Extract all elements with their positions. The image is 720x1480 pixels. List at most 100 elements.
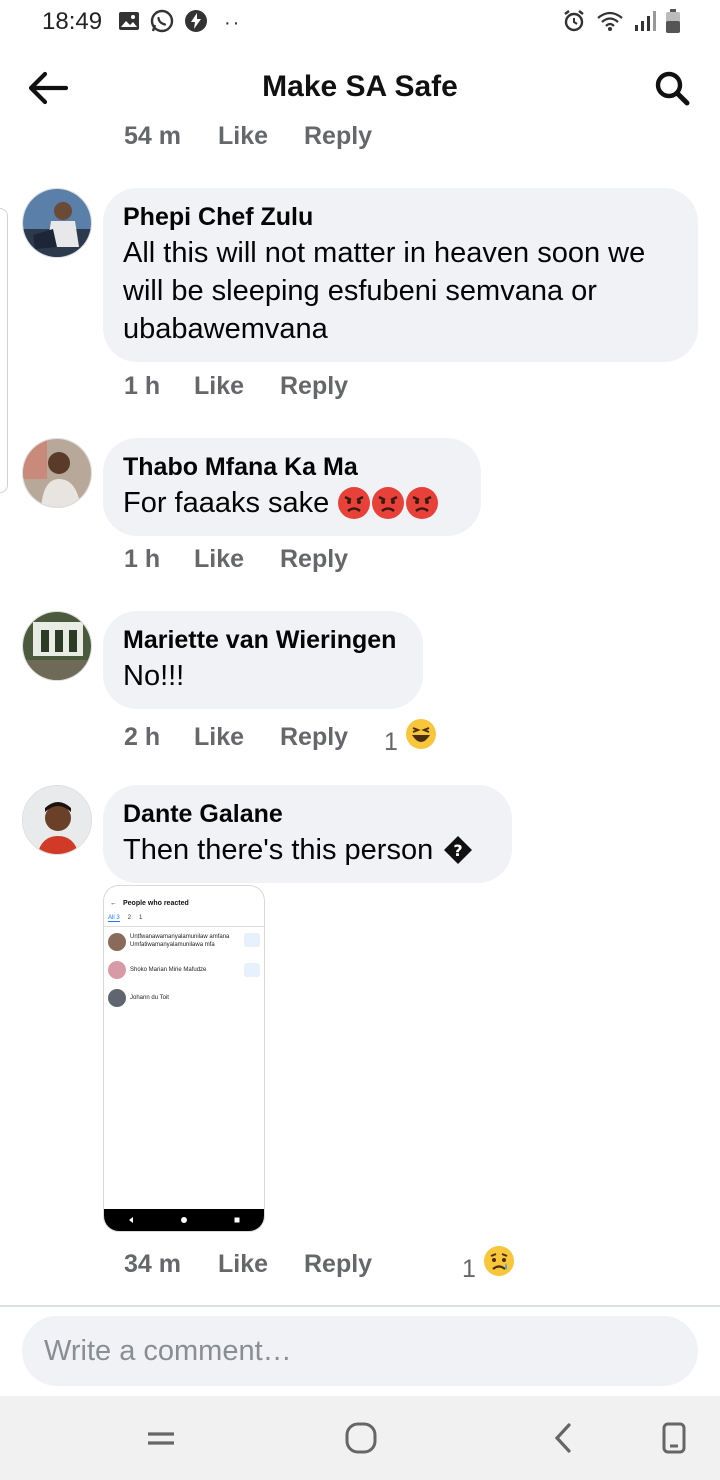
svg-text:?: ? [454, 841, 463, 860]
attachment-person: Johann du Toit [104, 981, 264, 1009]
search-icon [655, 71, 690, 106]
status-bar: 18:49 ·· [0, 0, 720, 44]
comment-text-line: will be sleeping esfubeni semvana or [123, 275, 597, 307]
comment-author[interactable]: Mariette van Wieringen [123, 623, 403, 657]
alarm-icon [562, 9, 586, 38]
comment-author[interactable]: Phepi Chef Zulu [123, 200, 678, 234]
like-button[interactable]: Like [218, 122, 304, 151]
comment-time: 2 h [124, 723, 161, 751]
scroll-edge-indicator [0, 208, 8, 493]
attachment-person-name: Johann du Toit [130, 995, 169, 1001]
reply-button[interactable]: Reply [304, 122, 408, 151]
system-nav-bar [0, 1396, 720, 1480]
attachment-status-bar [104, 886, 264, 896]
avatar[interactable] [22, 438, 92, 508]
attachment-nav-home-icon [180, 1217, 187, 1223]
comments-list[interactable]: 54 m Like Reply Phepi Chef Zulu All this… [0, 120, 720, 1305]
signal-icon [634, 10, 656, 37]
reaction-count: 1 [384, 728, 398, 756]
angry-face-icon [337, 486, 371, 520]
comment-bubble[interactable]: Dante Galane Then there's this person ? [103, 785, 512, 883]
like-button[interactable]: Like [194, 545, 280, 574]
attachment-nav-back-icon [128, 1217, 133, 1223]
comment-input[interactable] [22, 1316, 698, 1386]
comment-composer [22, 1316, 698, 1386]
comment-time: 54 m [124, 122, 181, 150]
comment-text: Then there's this person ? [123, 831, 492, 869]
attachment-add-friend-icon [244, 933, 260, 947]
comment-text-line: ubabawemvana [123, 313, 328, 345]
back-nav-button[interactable] [541, 1418, 585, 1458]
attachment-avatar [108, 989, 126, 1007]
attachment-add-friend-icon [244, 963, 260, 977]
composer-divider [0, 1305, 720, 1307]
search-button[interactable] [650, 66, 694, 110]
screen-icon [662, 1422, 686, 1454]
home-icon [345, 1422, 377, 1454]
comment-author[interactable]: Dante Galane [123, 797, 492, 831]
avatar[interactable] [22, 785, 92, 855]
like-button[interactable]: Like [194, 723, 280, 752]
reaction-summary[interactable]: 1 [384, 718, 437, 757]
gallery-icon [118, 11, 140, 36]
app-header: Make SA Safe [0, 52, 720, 124]
comment-text: For faaaks sake [123, 484, 461, 522]
reaction-summary[interactable]: 1 [462, 1245, 515, 1284]
battery-icon [666, 9, 680, 38]
reply-button[interactable]: Reply [280, 372, 384, 401]
reaction-count: 1 [462, 1255, 476, 1283]
comment-author[interactable]: Thabo Mfana Ka Ma [123, 450, 461, 484]
attachment-person-name: Shoko Marian Mirie Mafudze [130, 967, 207, 973]
wifi-icon [596, 10, 624, 37]
comment-time: 1 h [124, 372, 161, 400]
comment-bubble[interactable]: Mariette van Wieringen No!!! [103, 611, 423, 709]
comment-actions: 2 h Like Reply 1 [124, 718, 437, 757]
avatar[interactable] [22, 611, 92, 681]
attachment-tab-all: All 3 [108, 915, 120, 922]
avatar[interactable] [22, 188, 92, 258]
comment-bubble[interactable]: Phepi Chef Zulu All this will not matter… [103, 188, 698, 362]
attachment-avatar [108, 933, 126, 951]
whatsapp-icon [150, 9, 174, 38]
reply-button[interactable]: Reply [280, 723, 384, 752]
home-button[interactable] [339, 1418, 383, 1458]
screen-button[interactable] [652, 1418, 696, 1458]
comment-bubble[interactable]: Thabo Mfana Ka Ma For faaaks sake [103, 438, 481, 536]
comment-actions: 1 h Like Reply [124, 545, 384, 574]
comment-time: 1 h [124, 545, 161, 573]
comment-text-line: All this will not matter in heaven soon … [123, 237, 646, 269]
comment-actions: 54 m Like Reply [124, 122, 408, 151]
attachment-avatar [108, 961, 126, 979]
messenger-bolt-icon [184, 9, 208, 38]
comment-actions: 1 h Like Reply [124, 372, 384, 401]
attachment-tab-like: 2 [127, 915, 132, 921]
unknown-char-icon: ? [443, 835, 473, 865]
attachment-header: ← People who reacted [104, 896, 264, 911]
like-button[interactable]: Like [194, 372, 280, 401]
attachment-tab-haha: 1 [139, 915, 143, 921]
status-left-icons: ·· [118, 9, 241, 38]
more-dots-icon: ·· [224, 12, 242, 34]
comment-text-content: For faaaks sake [123, 487, 330, 519]
attachment-person: Untfwanawamanyalamunilaw amfana Umfatiwa… [104, 927, 264, 953]
reply-button[interactable]: Reply [304, 1250, 462, 1279]
attachment-tabs: All 3 2 1 [104, 911, 264, 927]
angry-face-icon [405, 486, 439, 520]
status-right-icons [562, 9, 680, 38]
reply-button[interactable]: Reply [280, 545, 384, 574]
attachment-person: Shoko Marian Mirie Mafudze [104, 953, 264, 981]
sad-icon [483, 1245, 515, 1277]
like-button[interactable]: Like [218, 1250, 304, 1279]
comment-text: No!!! [123, 660, 185, 692]
attachment-nav-recents-icon [234, 1217, 240, 1223]
recents-button[interactable] [139, 1418, 183, 1458]
comment-time: 34 m [124, 1250, 181, 1278]
angry-face-icon [371, 486, 405, 520]
attachment-nav-bar [104, 1209, 264, 1231]
comment-text: All this will not matter in heaven soon … [123, 234, 678, 348]
attachment-back-icon: ← [110, 900, 117, 907]
status-time: 18:49 [42, 8, 103, 35]
comment-image-attachment[interactable]: ← People who reacted All 3 2 1 Untfwanaw… [103, 885, 265, 1232]
attachment-title: People who reacted [123, 900, 189, 907]
comment-actions: 34 m Like Reply 1 [124, 1245, 515, 1284]
